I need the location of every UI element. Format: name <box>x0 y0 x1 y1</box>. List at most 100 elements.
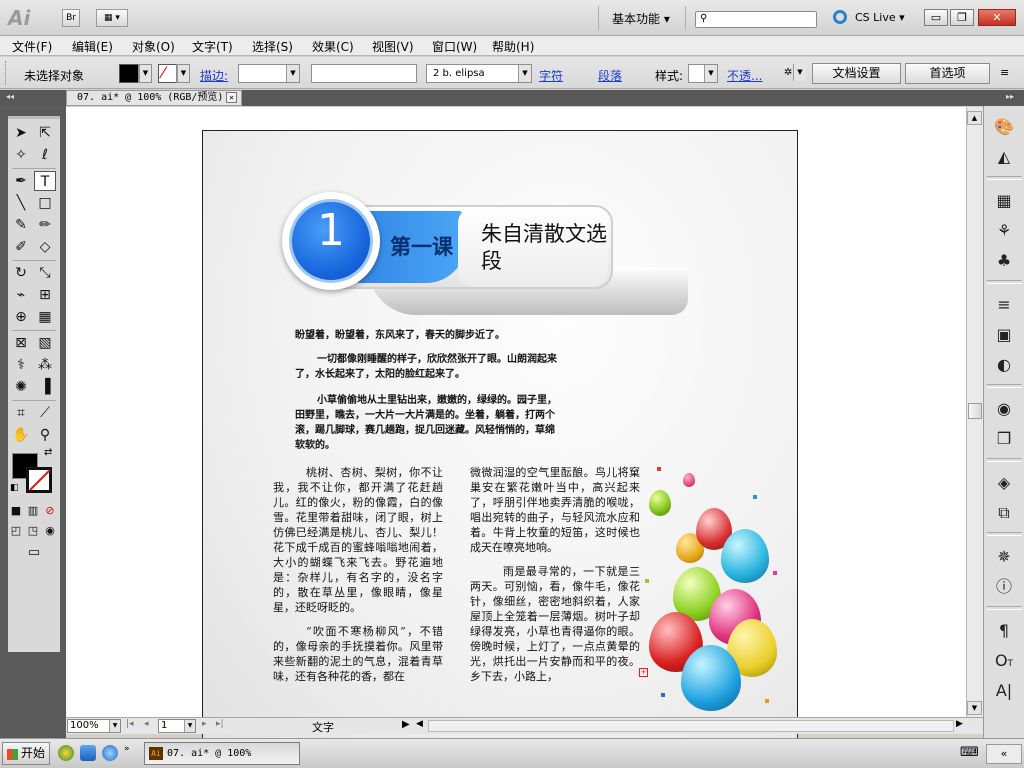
menu-help[interactable]: 帮助(H) <box>492 38 534 55</box>
rotate-tool-icon[interactable]: ↻ <box>10 263 32 283</box>
artboard-tool-icon[interactable]: ⌗ <box>10 403 32 423</box>
vertical-scrollbar[interactable]: ▲ ▼ <box>966 107 983 717</box>
internet-explorer-icon[interactable] <box>102 745 118 761</box>
opacity-link[interactable]: 不透... <box>727 67 762 84</box>
paragraph-panel-icon[interactable]: ¶ <box>993 620 1015 642</box>
default-colors-icon[interactable]: ◧ <box>10 483 19 493</box>
start-button[interactable]: 开始 <box>2 742 50 765</box>
hand-tool-icon[interactable]: ✋ <box>10 425 32 445</box>
graphic-styles-panel-icon[interactable]: ❒ <box>993 428 1015 450</box>
scroll-down-icon[interactable]: ▼ <box>967 701 982 715</box>
menu-select[interactable]: 选择(S) <box>252 38 293 55</box>
canvas-area[interactable]: 1 第一课 朱自清散文选段 盼望着，盼望着，东风来了，春天的脚步近了。 一切都像… <box>66 107 966 750</box>
close-button[interactable]: ✕ <box>978 9 1016 26</box>
first-artboard-icon[interactable]: |◂ <box>126 719 134 729</box>
prev-artboard-icon[interactable]: ◂ <box>144 719 149 729</box>
bridge-button[interactable]: Br <box>62 9 80 27</box>
slice-tool-icon[interactable]: ⟋ <box>34 403 56 423</box>
control-bar-grip[interactable] <box>5 61 9 85</box>
character-panel-icon[interactable]: A| <box>993 680 1015 702</box>
symbols-panel-icon[interactable]: ♣ <box>993 250 1015 272</box>
draw-behind-icon[interactable]: ◳ <box>25 521 41 541</box>
document-tab[interactable]: 07. ai* @ 100% (RGB/预览) ✕ <box>66 90 242 106</box>
swap-colors-icon[interactable]: ⇄ <box>44 447 52 458</box>
column-graph-tool-icon[interactable]: ▐ <box>34 377 56 397</box>
artboard[interactable]: 1 第一课 朱自清散文选段 盼望着，盼望着，东风来了，春天的脚步近了。 一切都像… <box>202 130 798 750</box>
brush-definition-dropdown[interactable]: 2 b. elipsa ▼ <box>426 64 532 83</box>
appearance-panel-icon[interactable]: ◉ <box>993 398 1015 420</box>
fill-color-dropdown[interactable]: ▼ <box>138 64 152 83</box>
pen-tool-icon[interactable]: ✒ <box>10 171 32 191</box>
help-search-input[interactable]: ⚲ <box>695 11 817 28</box>
restore-button[interactable]: ❐ <box>950 9 974 26</box>
character-panel-link[interactable]: 字符 <box>539 67 563 84</box>
menu-view[interactable]: 视图(V) <box>372 38 414 55</box>
menu-type[interactable]: 文字(T) <box>192 38 233 55</box>
paragraph-panel-link[interactable]: 段落 <box>598 67 622 84</box>
next-artboard-icon[interactable]: ▸ <box>202 719 207 729</box>
paintbrush-tool-icon[interactable]: ✎ <box>10 215 32 235</box>
color-guide-panel-icon[interactable]: ◭ <box>993 146 1015 168</box>
collapse-tools-icon[interactable]: ◂◂ <box>6 92 14 101</box>
collapse-dock-icon[interactable]: ▸▸ <box>1006 92 1014 101</box>
stroke-link[interactable]: 描边: <box>200 67 228 84</box>
color-panel-icon[interactable]: 🎨 <box>993 116 1015 138</box>
quicklaunch-more-icon[interactable]: » <box>124 744 130 754</box>
pencil-tool-icon[interactable]: ✏ <box>34 215 56 235</box>
menu-window[interactable]: 窗口(W) <box>432 38 477 55</box>
gradient-panel-icon[interactable]: ▣ <box>993 324 1015 346</box>
artboard-number-field[interactable]: 1 ▼ <box>158 719 196 733</box>
scroll-right-icon[interactable]: ▶ <box>956 719 963 729</box>
menu-effect[interactable]: 效果(C) <box>312 38 354 55</box>
navigator-panel-icon[interactable]: ✵ <box>993 546 1015 568</box>
scroll-up-icon[interactable]: ▲ <box>967 111 982 125</box>
gradient-tool-icon[interactable]: ▧ <box>34 333 56 353</box>
magic-wand-tool-icon[interactable]: ✧ <box>10 145 32 165</box>
color-mode-icon[interactable]: ■ <box>8 501 24 521</box>
scroll-left-icon[interactable]: ◀ <box>416 719 423 729</box>
last-artboard-icon[interactable]: ▸| <box>216 719 224 729</box>
free-transform-tool-icon[interactable]: ⊞ <box>34 285 56 305</box>
close-document-icon[interactable]: ✕ <box>226 92 237 103</box>
none-mode-icon[interactable]: ⊘ <box>42 501 58 521</box>
eraser-tool-icon[interactable]: ◇ <box>34 237 56 257</box>
transparency-panel-icon[interactable]: ◐ <box>993 354 1015 376</box>
selection-tool-icon[interactable]: ➤ <box>10 123 32 143</box>
minimize-button[interactable]: ▭ <box>924 9 948 26</box>
tray-expand-button[interactable]: « <box>986 744 1022 764</box>
zoom-tool-icon[interactable]: ⚲ <box>34 425 56 445</box>
browser-quicklaunch-icon[interactable] <box>58 745 74 761</box>
stroke-color-box[interactable] <box>26 467 52 493</box>
horizontal-scrollbar[interactable] <box>428 720 954 732</box>
vertical-scroll-thumb[interactable] <box>968 403 982 419</box>
illustrator-task-button[interactable]: Ai 07. ai* @ 100% (RGB/... <box>144 742 300 765</box>
symbol-sprayer-tool-icon[interactable]: ✺ <box>10 377 32 397</box>
line-tool-icon[interactable]: ╲ <box>10 193 32 213</box>
status-menu-arrow-icon[interactable]: ▶ <box>402 719 410 730</box>
info-panel-icon[interactable]: ⓘ <box>993 576 1015 598</box>
warp-tool-icon[interactable]: ⌁ <box>10 285 32 305</box>
menu-object[interactable]: 对象(O) <box>132 38 175 55</box>
control-bar-menu-icon[interactable]: ≡ <box>1000 66 1009 79</box>
workspace-switcher[interactable]: 基本功能 ▾ <box>612 10 670 27</box>
rectangle-tool-icon[interactable]: □ <box>34 193 56 213</box>
opentype-panel-icon[interactable]: OT <box>993 650 1015 672</box>
type-tool-icon[interactable]: T <box>34 171 56 191</box>
zoom-level-field[interactable]: 100% ▼ <box>67 719 121 733</box>
direct-selection-tool-icon[interactable]: ⇱ <box>34 123 56 143</box>
stroke-color-dropdown[interactable]: ▼ <box>176 64 190 83</box>
document-setup-button[interactable]: 文档设置 <box>812 63 901 84</box>
stroke-weight-field[interactable]: ▼ <box>238 64 300 83</box>
blend-tool-icon[interactable]: ⁂ <box>34 355 56 375</box>
swatches-panel-icon[interactable]: ▦ <box>993 190 1015 212</box>
eyedropper-tool-icon[interactable]: ⚕ <box>10 355 32 375</box>
recolor-artwork-button[interactable]: ✲ ▼ <box>778 64 806 83</box>
blob-brush-tool-icon[interactable]: ✐ <box>10 237 32 257</box>
keyboard-tray-icon[interactable]: ⌨ <box>960 745 979 760</box>
scale-tool-icon[interactable]: ⤡ <box>34 263 56 283</box>
layers-panel-icon[interactable]: ◈ <box>993 472 1015 494</box>
preferences-button[interactable]: 首选项 <box>905 63 990 84</box>
shape-builder-tool-icon[interactable]: ⊕ <box>10 307 32 327</box>
menu-edit[interactable]: 编辑(E) <box>72 38 113 55</box>
graphic-style-dropdown[interactable]: ▼ <box>688 64 718 83</box>
